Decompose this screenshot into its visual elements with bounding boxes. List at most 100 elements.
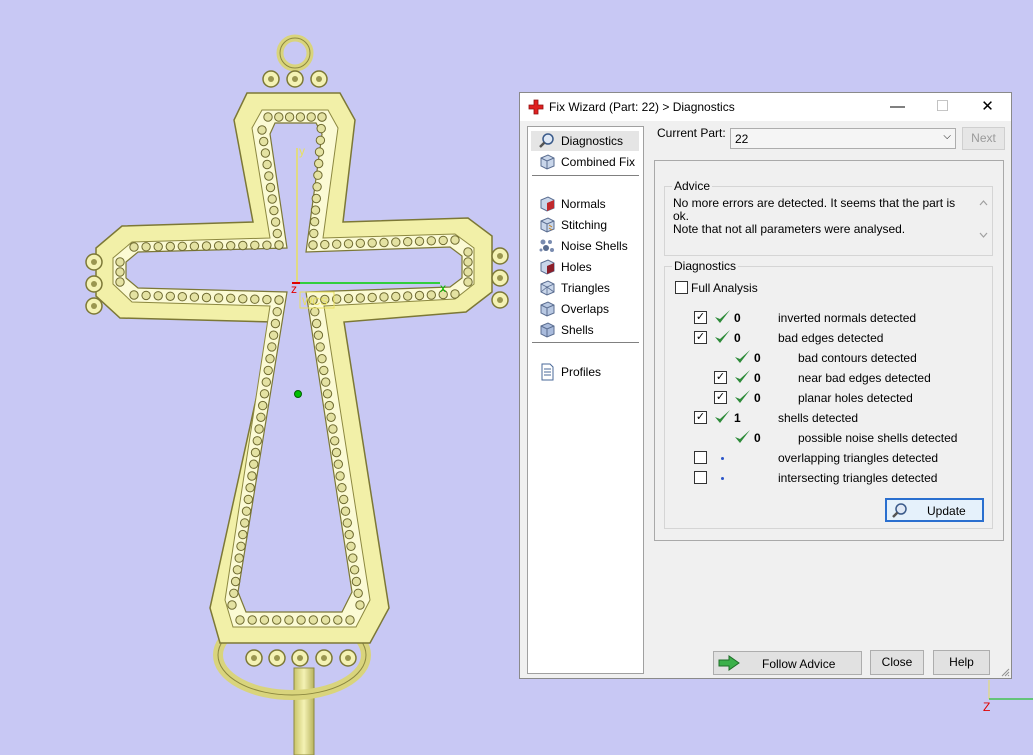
stone-setting xyxy=(129,290,139,300)
minimize-button[interactable]: — xyxy=(875,93,920,121)
stone-setting xyxy=(335,471,345,481)
stone-setting xyxy=(252,436,262,446)
resize-grip-icon[interactable] xyxy=(1000,667,1010,677)
close-button[interactable]: Close xyxy=(870,650,924,675)
stone-setting xyxy=(259,615,270,625)
stone-setting xyxy=(314,158,324,169)
stone-setting xyxy=(250,240,260,251)
stone-setting xyxy=(245,483,255,493)
stone-setting xyxy=(355,238,365,249)
nav-label: Stitching xyxy=(561,218,608,232)
stone-setting xyxy=(259,136,269,147)
diagnostic-row: overlapping triangles detected xyxy=(665,451,985,471)
document-icon xyxy=(541,363,554,381)
nav-item-noise-shells[interactable]: Noise Shells xyxy=(531,236,639,256)
diagnostic-checkbox[interactable]: ✓ xyxy=(694,311,707,324)
diagnostic-row: ✓ 0 near bad edges detected xyxy=(665,370,985,391)
diagnostic-row: intersecting triangles detected xyxy=(665,471,985,491)
diagnostic-checkbox[interactable]: ✓ xyxy=(714,371,727,384)
current-part-select[interactable]: 22 ⌵ xyxy=(730,128,956,149)
stone-setting xyxy=(238,529,248,540)
stone-setting xyxy=(308,240,318,250)
nav-item-diagnostics[interactable]: Diagnostics xyxy=(531,131,639,151)
checkmark-icon xyxy=(715,310,730,323)
stone-setting xyxy=(115,277,125,287)
stone-setting xyxy=(250,294,260,304)
overlaps-cube-icon xyxy=(540,301,555,317)
checkmark-icon xyxy=(715,330,730,343)
stone-setting xyxy=(296,615,306,625)
stone-setting xyxy=(269,205,279,216)
nav-item-overlaps[interactable]: Overlaps xyxy=(531,299,639,319)
stone-setting xyxy=(295,112,306,122)
diagnostic-checkbox[interactable]: ✓ xyxy=(694,411,707,424)
current-part-value: 22 xyxy=(735,132,749,146)
stone-setting xyxy=(308,615,318,625)
stone-setting xyxy=(249,459,259,469)
nav-label: Triangles xyxy=(561,281,610,295)
diagnostic-count: 0 xyxy=(754,431,761,445)
diagnostic-checkbox[interactable]: ✓ xyxy=(714,391,727,404)
advice-scrollbar[interactable] xyxy=(977,197,990,241)
nav-label: Noise Shells xyxy=(561,239,628,253)
full-analysis-checkbox[interactable] xyxy=(675,281,688,294)
follow-advice-button[interactable]: Follow Advice xyxy=(713,651,862,675)
stone-setting xyxy=(238,294,248,304)
window-title: Fix Wizard (Part: 22) > Diagnostics xyxy=(549,100,735,114)
help-button[interactable]: Help xyxy=(933,650,990,675)
nav-item-normals[interactable]: Normals xyxy=(531,194,639,214)
stone-setting xyxy=(343,239,354,249)
nav-item-profiles[interactable]: Profiles xyxy=(531,362,639,382)
nav-item-holes[interactable]: Holes xyxy=(531,257,639,277)
diagnostics-panel: Advice No more errors are detected. It s… xyxy=(654,160,1004,541)
stone-setting xyxy=(463,247,473,257)
stone-setting xyxy=(320,615,331,625)
stone-setting xyxy=(450,235,460,245)
diagnostic-label: bad contours detected xyxy=(798,351,917,365)
diagnostic-count: 0 xyxy=(734,331,741,345)
nav-label: Combined Fix xyxy=(561,155,636,169)
nav-item-shells[interactable]: Shells xyxy=(531,320,639,340)
stone-setting xyxy=(189,241,200,251)
stone-setting xyxy=(256,412,266,422)
diagnostic-checkbox[interactable]: ✓ xyxy=(694,331,707,344)
stone-setting xyxy=(264,171,274,181)
triangles-cube-icon xyxy=(540,280,555,296)
diagnostic-count: 0 xyxy=(734,311,741,325)
nav-item-combined-fix[interactable]: Combined Fix xyxy=(531,152,639,172)
close-window-button[interactable]: ✕ xyxy=(965,93,1010,121)
stone-setting xyxy=(213,293,224,303)
stone-setting xyxy=(463,277,473,287)
stone-setting xyxy=(227,600,237,610)
nav-item-stitching[interactable]: Stitching xyxy=(531,215,639,235)
nav-item-triangles[interactable]: Triangles xyxy=(531,278,639,298)
stone-setting xyxy=(236,541,246,551)
checkmark-icon xyxy=(715,410,730,423)
title-bar[interactable]: Fix Wizard (Part: 22) > Diagnostics — ☐ … xyxy=(520,93,1011,121)
diagnostic-checkbox[interactable] xyxy=(694,451,707,464)
diagnostic-label: inverted normals detected xyxy=(778,311,917,325)
fix-nav-panel: Diagnostics Combined Fix Normals Stitchi… xyxy=(527,126,644,674)
stone-setting xyxy=(317,112,327,122)
stone-setting xyxy=(312,182,322,192)
stone-setting xyxy=(315,135,326,146)
stone-setting xyxy=(306,112,316,122)
advice-group: Advice No more errors are detected. It s… xyxy=(664,179,993,256)
current-part-label: Current Part: xyxy=(657,126,726,140)
corner-z-label: Z xyxy=(983,700,990,714)
stone-setting xyxy=(153,291,163,301)
stone-setting xyxy=(345,615,355,625)
diagnostic-checkbox[interactable] xyxy=(694,471,707,484)
update-button[interactable]: Update xyxy=(885,498,984,522)
pending-dot-icon xyxy=(721,457,724,460)
stone-setting xyxy=(247,471,257,481)
nav-separator xyxy=(532,175,639,176)
noise-shells-icon xyxy=(539,239,554,252)
stone-setting xyxy=(403,291,413,301)
stone-setting xyxy=(333,615,343,625)
stone-setting xyxy=(284,615,294,625)
stone-setting xyxy=(263,365,273,376)
stone-setting xyxy=(310,307,320,317)
stone-setting xyxy=(344,529,354,540)
stone-setting xyxy=(331,447,342,458)
